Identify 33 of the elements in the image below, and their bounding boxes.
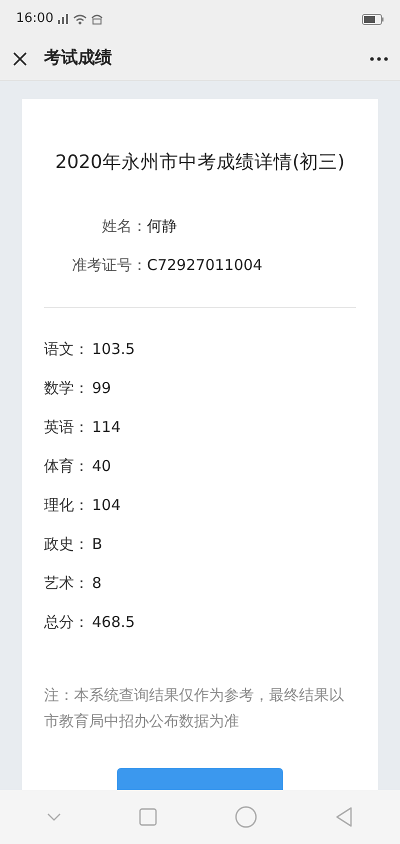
score-value: 114 bbox=[92, 417, 121, 438]
chevron-down-icon[interactable] bbox=[47, 813, 61, 821]
note-text: 注：本系统查询结果仅作为参考，最终结果以市教育局中招办公布数据为准 bbox=[44, 684, 345, 732]
subject-label: 数学： bbox=[44, 378, 90, 399]
field-value: 何静 bbox=[147, 216, 177, 237]
subject-label: 总分： bbox=[44, 612, 90, 633]
field-label: 准考证号： bbox=[71, 255, 147, 276]
score-value: 8 bbox=[92, 573, 102, 594]
score-value: B bbox=[92, 534, 102, 555]
subject-label: 理化： bbox=[44, 495, 90, 516]
signal-icon bbox=[57, 14, 70, 24]
score-value: 99 bbox=[92, 378, 112, 399]
subject-label: 英语： bbox=[44, 417, 90, 438]
subject-label: 体育： bbox=[44, 456, 90, 477]
more-icon[interactable] bbox=[370, 57, 388, 61]
home-icon[interactable] bbox=[235, 806, 257, 828]
close-icon[interactable] bbox=[12, 51, 28, 67]
card-title: 2020年永州市中考成绩详情(初三) bbox=[54, 151, 346, 175]
subject-label: 政史： bbox=[44, 534, 90, 555]
score-value: 468.5 bbox=[92, 612, 135, 633]
score-value: 40 bbox=[92, 456, 112, 477]
wifi-icon bbox=[73, 14, 88, 24]
score-value: 104 bbox=[92, 495, 121, 516]
status-time: 16:00 bbox=[16, 10, 54, 28]
field-value: C72927011004 bbox=[147, 255, 262, 276]
battery-icon bbox=[362, 14, 384, 24]
subject-label: 语文： bbox=[44, 339, 90, 360]
subject-label: 艺术： bbox=[44, 573, 90, 594]
page-title: 考试成绩 bbox=[44, 47, 112, 70]
score-value: 103.5 bbox=[92, 339, 135, 360]
back-icon[interactable] bbox=[335, 807, 353, 827]
field-label: 姓名： bbox=[101, 216, 147, 237]
square-icon[interactable] bbox=[139, 808, 157, 826]
